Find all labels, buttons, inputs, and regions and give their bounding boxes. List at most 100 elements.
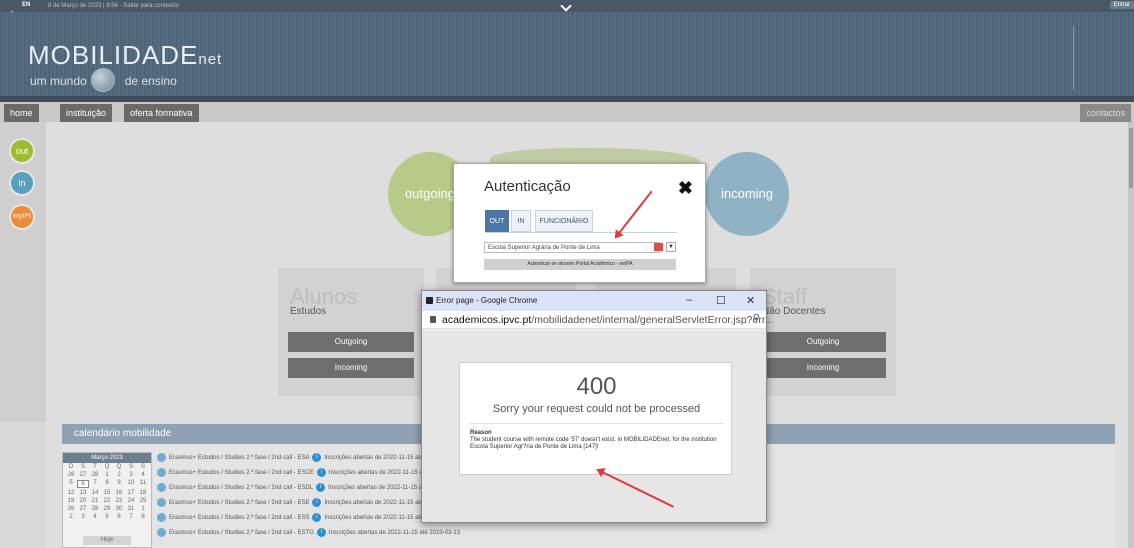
calendar-event[interactable]: Erasmus+ Estudos / Studies 2.ª fase / 2n… [157, 452, 432, 464]
calendar-day[interactable]: 10 [125, 480, 137, 488]
dropdown-arrow-icon[interactable]: ▼ [666, 242, 676, 252]
language-toggle[interactable]: EN [22, 2, 30, 8]
calendar-day[interactable]: 22 [101, 498, 113, 504]
login-button[interactable]: Entrar [1109, 1, 1134, 9]
event-dot-icon [157, 527, 166, 537]
alunos-outgoing-button[interactable]: Outgoing [288, 332, 414, 352]
calendar-event[interactable]: Erasmus+ Estudos / Studies 2.ª fase / 2n… [157, 527, 460, 539]
calendar-day[interactable]: 14 [89, 490, 101, 496]
calendar-day[interactable]: 15 [101, 490, 113, 496]
event-info: Inscrições abertas de 2022-11-15 até 20 [324, 500, 432, 506]
staff-incoming-button[interactable]: Incoming [760, 358, 886, 378]
calendar-day[interactable]: 27 [77, 506, 89, 512]
window-close-icon[interactable]: ✕ [746, 294, 755, 307]
calendar-day[interactable]: 21 [89, 498, 101, 504]
calendar-event[interactable]: Erasmus+ Estudos / Studies 2.ª fase / 2n… [157, 467, 433, 479]
page-scrollbar[interactable] [1128, 122, 1134, 548]
staff-outgoing-button[interactable]: Outgoing [760, 332, 886, 352]
calendar-day[interactable]: 12 [65, 490, 77, 496]
nav-contactos[interactable]: contactos [1080, 104, 1131, 122]
site-logo[interactable]: MOBILIDADEnet [28, 40, 222, 71]
calendar-day[interactable]: 28 [89, 472, 101, 478]
calendar-day[interactable]: 20 [77, 498, 89, 504]
event-info: Inscrições abertas de 2022-11-15 até 202… [328, 530, 461, 536]
calendar-day[interactable]: 2 [113, 472, 125, 478]
calendar-day[interactable]: 3 [125, 472, 137, 478]
url-text[interactable]: academicos.ipvc.pt/mobilidadenet/interna… [442, 314, 774, 326]
calendar-today-button[interactable]: Hoje [83, 536, 131, 545]
calendar-day[interactable]: 5 [101, 514, 113, 520]
calendar-event[interactable]: Erasmus+ Estudos / Studies 2.ª fase / 2n… [157, 482, 432, 494]
nav-instituicao[interactable]: instituição [60, 104, 113, 122]
calendar-day[interactable]: 23 [113, 498, 125, 504]
calendar-day[interactable]: 31 [125, 506, 137, 512]
calendar-event[interactable]: Erasmus+ Estudos / Studies 2.ª fase / 2n… [157, 512, 432, 524]
nav-home[interactable]: home [4, 104, 39, 122]
error-code: 400 [576, 373, 617, 400]
maximize-icon[interactable]: ☐ [716, 294, 726, 307]
calendar-day[interactable]: 19 [65, 498, 77, 504]
event-text: Erasmus+ Estudos / Studies 2.ª fase / 2n… [169, 455, 310, 461]
calendar-day[interactable]: 5 [65, 480, 77, 488]
institution-select[interactable]: Escola Superior Agrária de Ponte de Lima [484, 242, 660, 253]
zoom-icon[interactable]: ⚲ [753, 313, 760, 324]
scrollbar-thumb[interactable] [1129, 128, 1133, 188]
event-info: Inscrições abertas de 2022-11-15 até 20 [324, 515, 432, 521]
info-icon[interactable]: i [312, 512, 322, 522]
calendar-day[interactable]: 26 [65, 506, 77, 512]
calendar-day[interactable]: 7 [89, 480, 101, 488]
calendar-day[interactable]: 29 [101, 506, 113, 512]
chevron-down-icon[interactable] [560, 0, 572, 12]
alunos-incoming-button[interactable]: Incoming [288, 358, 414, 378]
calendar-day[interactable]: 30 [113, 506, 125, 512]
nav-oferta-formativa[interactable]: oferta formativa [124, 104, 199, 122]
side-myipi-button[interactable]: myIPI [9, 204, 35, 230]
incoming-circle[interactable]: incoming [705, 152, 789, 236]
minimize-icon[interactable]: – [686, 294, 692, 306]
calendar-day[interactable]: 13 [77, 490, 89, 496]
calendar-day[interactable]: 24 [125, 498, 137, 504]
info-icon[interactable]: i [316, 482, 326, 492]
calendar-event[interactable]: Erasmus+ Estudos / Studies 2.ª fase / 2n… [157, 497, 432, 509]
calendar-day[interactable]: 7 [125, 514, 137, 520]
side-out-button[interactable]: out [9, 138, 35, 164]
calendar-day[interactable]: 27 [77, 472, 89, 478]
side-in-button[interactable]: in [9, 170, 35, 196]
calendar-month[interactable]: Março 2023 [63, 453, 151, 463]
calendar-day[interactable]: 25 [137, 498, 149, 504]
address-bar[interactable]: academicos.ipvc.pt/mobilidadenet/interna… [422, 311, 774, 329]
calendar-day[interactable]: 8 [101, 480, 113, 488]
top-utility-bar: EN 8 de Março de 2023 | 8:56 · Saltar pa… [0, 0, 1134, 12]
calendar-day[interactable]: 8 [137, 514, 149, 520]
calendar-day[interactable]: 1 [101, 472, 113, 478]
calendar-day[interactable]: 4 [137, 472, 149, 478]
calendar-day[interactable]: 1 [137, 506, 149, 512]
calendar-day[interactable]: 18 [137, 490, 149, 496]
calendar-day[interactable]: 9 [113, 480, 125, 488]
site-header: MOBILIDADEnet um mundo de ensino [0, 12, 1134, 100]
info-icon[interactable]: i [312, 452, 322, 462]
tab-funcionario[interactable]: FUNCIONÁRIO [535, 210, 593, 232]
info-icon[interactable]: i [316, 527, 326, 537]
calendar-day[interactable]: 2 [65, 514, 77, 520]
calendar-day[interactable]: 11 [137, 480, 149, 488]
calendar-day[interactable]: 16 [113, 490, 125, 496]
info-icon[interactable]: i [316, 467, 326, 477]
event-text: Erasmus+ Estudos / Studies 2.ª fase / 2n… [169, 515, 310, 521]
calendar-day[interactable]: 17 [125, 490, 137, 496]
calendar-day[interactable]: 28 [89, 506, 101, 512]
auth-netpa-button[interactable]: Autenticar-se através Portal Académico -… [484, 259, 676, 270]
tab-in[interactable]: IN [511, 210, 531, 232]
tab-out[interactable]: OUT [485, 210, 509, 232]
calendar-day[interactable]: 26 [65, 472, 77, 478]
info-icon[interactable]: i [312, 497, 322, 507]
event-dot-icon [157, 482, 166, 492]
calendar-day[interactable]: 4 [89, 514, 101, 520]
error-message: Sorry your request could not be processe… [492, 403, 701, 415]
calendar-day[interactable]: 3 [77, 514, 89, 520]
calendar-day[interactable]: 6 [113, 514, 125, 520]
close-icon[interactable]: ✖ [678, 178, 693, 199]
window-titlebar[interactable]: Error page - Google Chrome – ☐ ✕ [422, 291, 766, 311]
auth-divider [485, 232, 677, 233]
calendar-day[interactable]: 6 [77, 480, 89, 488]
